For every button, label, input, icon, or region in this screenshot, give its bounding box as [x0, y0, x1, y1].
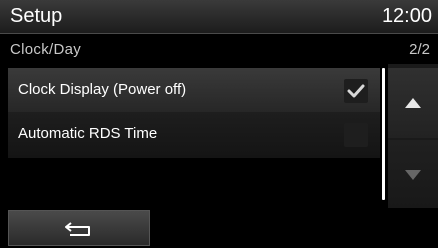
settings-list: Clock Display (Power off) Automatic RDS … [8, 64, 380, 208]
scroll-down-button[interactable] [388, 140, 438, 210]
clock-time: 12:00 [381, 5, 432, 27]
list-item-automatic-rds-time[interactable]: Automatic RDS Time [8, 112, 380, 158]
screen-title: Setup [10, 5, 63, 27]
scroll-panel [388, 64, 438, 210]
triangle-up-icon [405, 98, 421, 108]
page-indicator: 2/2 [409, 41, 430, 58]
back-button[interactable] [8, 210, 150, 246]
section-title: Clock/Day [10, 41, 82, 58]
subheader-bar: Clock/Day 2/2 [0, 35, 438, 63]
list-item-label: Automatic RDS Time [18, 125, 158, 142]
header-bar: Setup 12:00 [0, 0, 438, 34]
return-arrow-icon [65, 222, 90, 236]
checkmark-icon [347, 84, 365, 98]
triangle-down-icon [405, 170, 421, 180]
list-item-clock-display[interactable]: Clock Display (Power off) [8, 68, 380, 114]
scrollbar-thumb[interactable] [382, 68, 385, 200]
footer-bar [0, 208, 438, 248]
scroll-up-button[interactable] [388, 68, 438, 138]
checkbox-checked[interactable] [344, 79, 368, 103]
list-item-label: Clock Display (Power off) [18, 81, 187, 98]
checkbox-unchecked[interactable] [344, 123, 368, 147]
